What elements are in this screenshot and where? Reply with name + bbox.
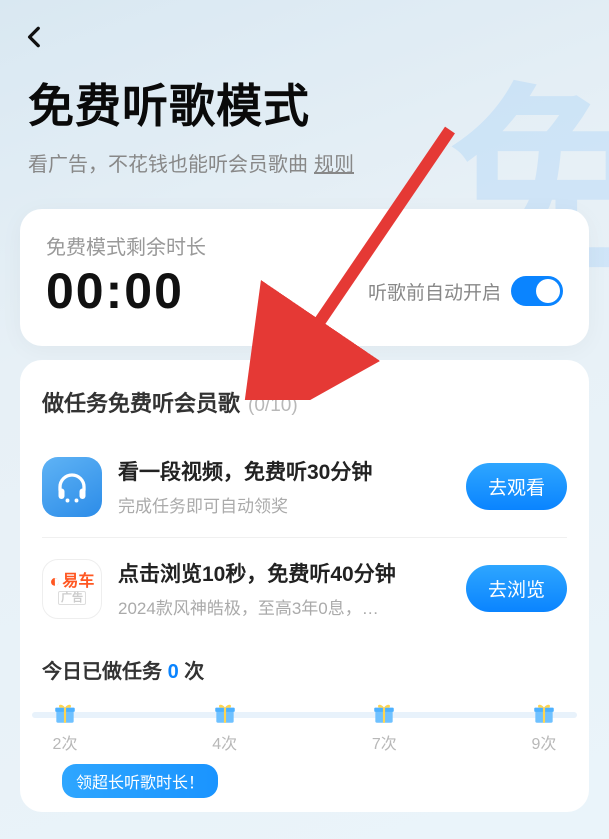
browse-button[interactable]: 去浏览 [466, 565, 567, 612]
gift-icon [371, 700, 397, 726]
milestone: 2次 [52, 700, 78, 754]
auto-open-label: 听歌前自动开启 [368, 278, 501, 305]
watch-button[interactable]: 去观看 [466, 463, 567, 510]
milestone-progress: 2次 4次 7次 9次 领超长听歌时长！ [42, 712, 567, 782]
divider [42, 537, 567, 538]
gift-icon [52, 700, 78, 726]
tasks-done-today: 今日已做任务 0 次 [42, 655, 567, 684]
headphone-icon [42, 457, 102, 517]
tasks-progress-count: (0/10) [248, 395, 298, 417]
back-button[interactable] [22, 24, 48, 55]
milestone: 9次 [531, 700, 557, 754]
gift-icon [212, 700, 238, 726]
remaining-timer: 00:00 [46, 262, 184, 320]
milestone-label: 7次 [372, 730, 397, 754]
task-row: ◐易车 广告 点击浏览10秒，免费听40分钟 2024款风神皓极，至高3年0息，… [42, 544, 567, 633]
page-subtitle: 看广告，不花钱也能听会员歌曲 [28, 148, 308, 177]
reward-badge: 领超长听歌时长！ [62, 764, 218, 798]
milestone-label: 9次 [532, 730, 557, 754]
page-header: 免费听歌模式 看广告，不花钱也能听会员歌曲 规则 [0, 0, 609, 197]
milestone: 4次 [212, 700, 238, 754]
remaining-label: 免费模式剩余时长 [46, 231, 563, 260]
rules-link[interactable]: 规则 [314, 148, 354, 177]
milestone-label: 2次 [53, 730, 78, 754]
ad-tag: 广告 [58, 591, 86, 605]
page-title: 免费听歌模式 [28, 70, 581, 136]
task-title: 看一段视频，免费听30分钟 [118, 456, 450, 486]
tasks-section-title: 做任务免费听会员歌 [42, 386, 240, 418]
task-row: 看一段视频，免费听30分钟 完成任务即可自动领奖 去观看 [42, 442, 567, 531]
milestone: 7次 [371, 700, 397, 754]
yiche-icon: ◐易车 广告 [42, 559, 102, 619]
task-title: 点击浏览10秒，免费听40分钟 [118, 558, 450, 588]
gift-icon [531, 700, 557, 726]
task-description: 2024款风神皓极，至高3年0息，… [118, 594, 450, 619]
tasks-card: 做任务免费听会员歌 (0/10) 看一段视频，免费听30分钟 完成任务即可自动领… [20, 360, 589, 812]
milestone-label: 4次 [212, 730, 237, 754]
auto-open-toggle[interactable] [511, 276, 563, 306]
task-description: 完成任务即可自动领奖 [118, 492, 450, 517]
remaining-time-card: 免费模式剩余时长 00:00 听歌前自动开启 [20, 209, 589, 346]
